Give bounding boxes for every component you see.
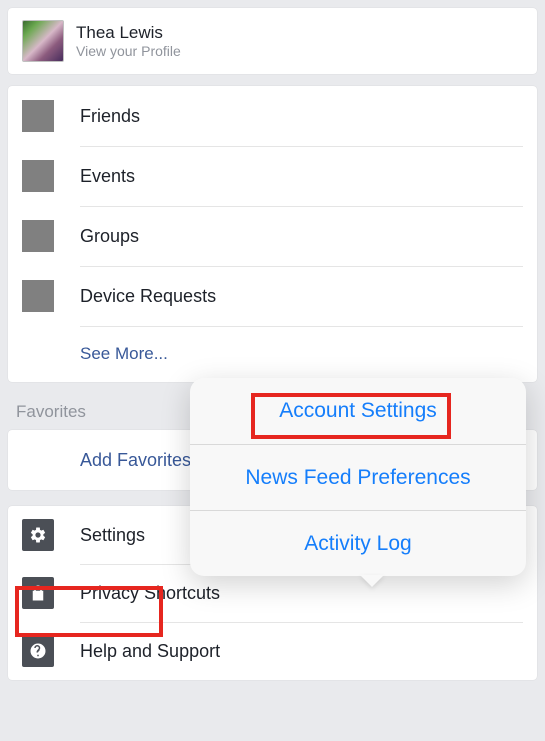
help-support-item[interactable]: Help and Support xyxy=(8,622,537,680)
profile-card: Thea Lewis View your Profile xyxy=(8,8,537,74)
nav-item-label: Device Requests xyxy=(80,286,216,307)
profile-row[interactable]: Thea Lewis View your Profile xyxy=(8,8,537,74)
popover-item-label: Account Settings xyxy=(279,399,437,423)
profile-text: Thea Lewis View your Profile xyxy=(76,23,181,59)
popover-activity-log[interactable]: Activity Log xyxy=(190,510,526,576)
popover-item-label: News Feed Preferences xyxy=(245,466,470,490)
nav-item-groups[interactable]: Groups xyxy=(8,206,537,266)
see-more-label: See More... xyxy=(80,344,168,364)
settings-label: Settings xyxy=(80,525,145,546)
nav-item-label: Groups xyxy=(80,226,139,247)
popover-news-feed-preferences[interactable]: News Feed Preferences xyxy=(190,444,526,510)
popover-account-settings[interactable]: Account Settings xyxy=(190,378,526,444)
nav-item-device-requests[interactable]: Device Requests xyxy=(8,266,537,326)
events-icon xyxy=(22,160,54,192)
device-requests-icon xyxy=(22,280,54,312)
nav-card: Friends Events Groups Device Requests Se… xyxy=(8,86,537,382)
help-label: Help and Support xyxy=(80,641,220,662)
profile-name: Thea Lewis xyxy=(76,23,181,43)
avatar xyxy=(22,20,64,62)
profile-subtitle: View your Profile xyxy=(76,43,181,59)
lock-icon xyxy=(22,577,54,609)
nav-item-events[interactable]: Events xyxy=(8,146,537,206)
friends-icon xyxy=(22,100,54,132)
help-icon xyxy=(22,635,54,667)
privacy-label: Privacy Shortcuts xyxy=(80,583,220,604)
gear-icon xyxy=(22,519,54,551)
nav-item-label: Friends xyxy=(80,106,140,127)
popover-arrow-icon xyxy=(360,575,384,587)
nav-item-label: Events xyxy=(80,166,135,187)
nav-item-friends[interactable]: Friends xyxy=(8,86,537,146)
popover-item-label: Activity Log xyxy=(304,532,411,556)
settings-popover: Account Settings News Feed Preferences A… xyxy=(190,378,526,576)
add-favorites-label: Add Favorites... xyxy=(80,450,206,471)
see-more-link[interactable]: See More... xyxy=(8,326,537,382)
groups-icon xyxy=(22,220,54,252)
